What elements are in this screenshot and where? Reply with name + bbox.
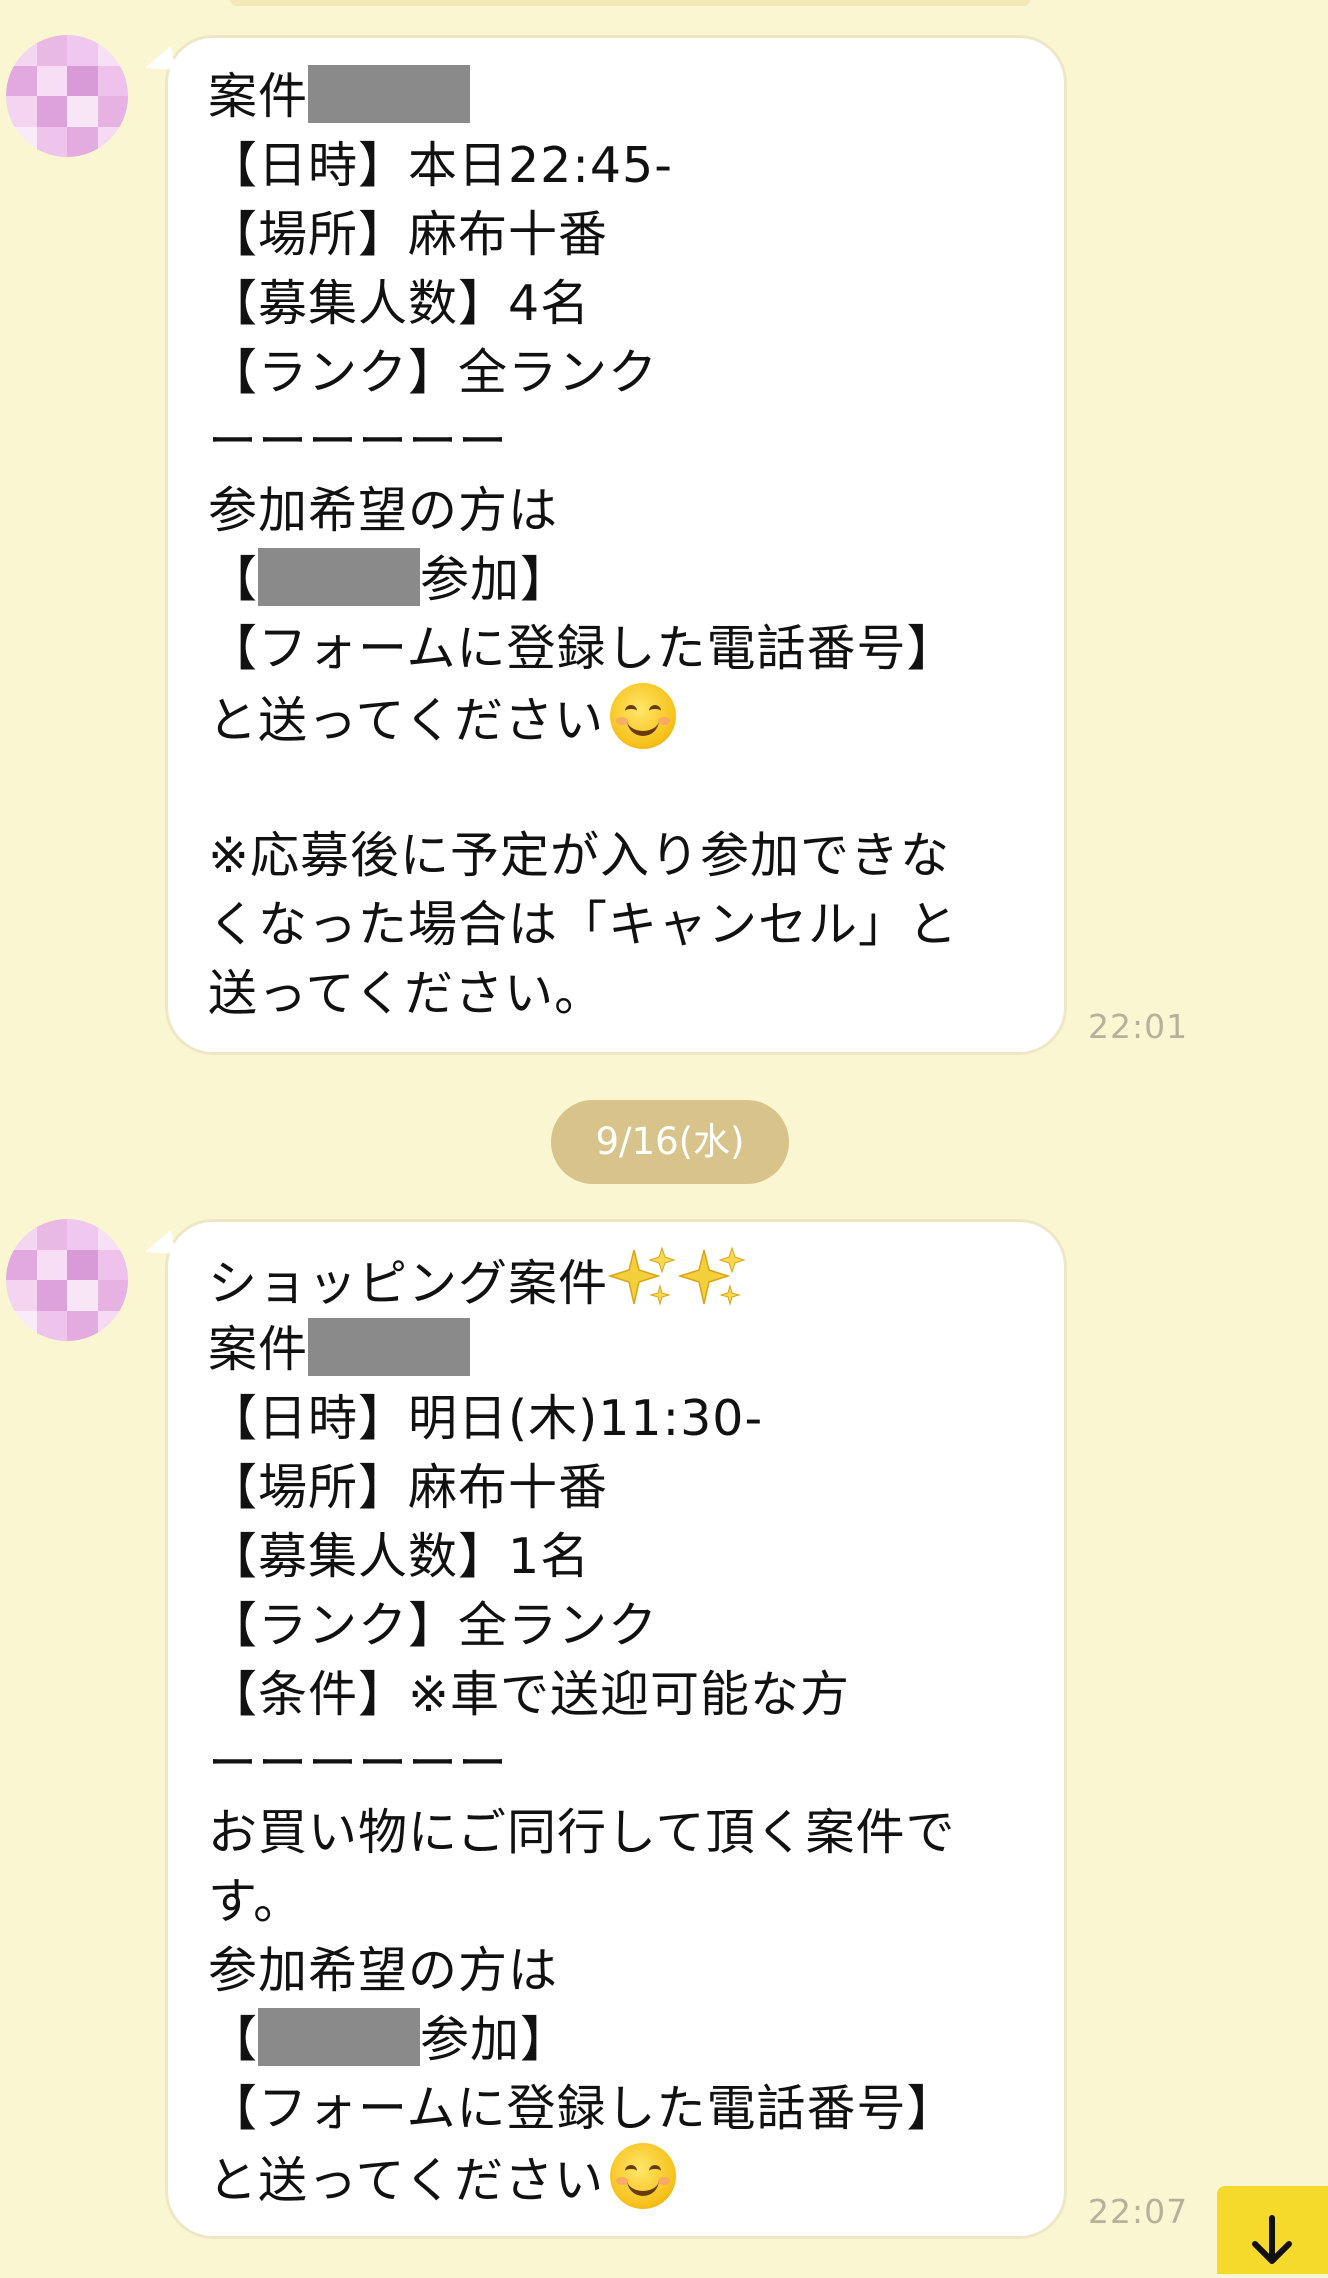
line-text: 案件 bbox=[208, 1321, 309, 1378]
message-line: 【条件】※車で送迎可能な方 bbox=[208, 1660, 1024, 1729]
message-line: 【 参加】 bbox=[208, 545, 1024, 614]
message-line: と送ってください bbox=[208, 2143, 1024, 2212]
line-text: 【場所】麻布十番 bbox=[208, 206, 609, 263]
message-line: 参加希望の方は bbox=[208, 476, 1024, 545]
line-text: 送ってください。 bbox=[208, 965, 605, 1022]
message-line: 【場所】麻布十番 bbox=[208, 200, 1024, 269]
message-line: ショッピング案件 bbox=[208, 1246, 1024, 1315]
line-text: 【フォームに登録した電話番号】 bbox=[208, 620, 957, 677]
message-line: ※応募後に予定が入り参加できな bbox=[208, 821, 1024, 890]
redacted-text bbox=[258, 548, 421, 606]
line-text: 案件 bbox=[208, 68, 309, 125]
message-line: 【ランク】全ランク bbox=[208, 1591, 1024, 1660]
message-line: 送ってください。 bbox=[208, 959, 1024, 1028]
line-text: 【条件】※車で送迎可能な方 bbox=[208, 1666, 851, 1723]
line-text: 参加希望の方は bbox=[208, 1942, 559, 1999]
smiling-face-icon bbox=[610, 683, 677, 749]
message-line: お買い物にご同行して頂く案件で bbox=[208, 1798, 1024, 1867]
line-text: 参加希望の方は bbox=[208, 482, 559, 539]
message-line: 【 参加】 bbox=[208, 2005, 1024, 2074]
line-prefix: 【 bbox=[208, 551, 259, 608]
line-text: 【ランク】全ランク bbox=[208, 1597, 659, 1654]
message-line: と送ってください bbox=[208, 683, 1024, 752]
message-line: ーーーーーー bbox=[208, 407, 1024, 476]
line-text: 【募集人数】1名 bbox=[208, 1528, 591, 1585]
avatar[interactable] bbox=[6, 35, 128, 157]
line-text: ショッピング案件 bbox=[208, 1255, 609, 1312]
line-text: ※応募後に予定が入り参加できな bbox=[208, 827, 951, 884]
line-text: 【フォームに登録した電話番号】 bbox=[208, 2080, 957, 2137]
line-suffix: 参加】 bbox=[420, 551, 571, 608]
message-line: 案件 bbox=[208, 62, 1024, 131]
message-line: ーーーーーー bbox=[208, 1729, 1024, 1798]
line-text: ーーーーーー bbox=[208, 1735, 509, 1792]
line-text: 【日時】明日(木)11:30- bbox=[208, 1390, 764, 1447]
line-text: 【日時】本日22:45- bbox=[208, 137, 673, 194]
line-text: と送ってください bbox=[208, 2152, 605, 2209]
line-text: くなった場合は「キャンセル」と bbox=[208, 896, 959, 953]
message-line: 【募集人数】4名 bbox=[208, 269, 1024, 338]
message-line: す。 bbox=[208, 1867, 1024, 1936]
message-line: 【募集人数】1名 bbox=[208, 1522, 1024, 1591]
redacted-text bbox=[308, 65, 471, 123]
message-line: 【場所】麻布十番 bbox=[208, 1453, 1024, 1522]
redacted-text bbox=[308, 1318, 471, 1376]
line-text: お買い物にご同行して頂く案件で bbox=[208, 1804, 956, 1861]
message-time: 22:07 bbox=[1088, 2192, 1189, 2231]
previous-message-edge bbox=[230, 0, 1030, 6]
line-text: 【募集人数】4名 bbox=[208, 275, 591, 332]
message-line: 参加希望の方は bbox=[208, 1936, 1024, 2005]
line-text: 【場所】麻布十番 bbox=[208, 1459, 609, 1516]
message-line: 案件 bbox=[208, 1315, 1024, 1384]
message-time: 22:01 bbox=[1088, 1007, 1189, 1046]
sparkles-icon bbox=[607, 1246, 678, 1310]
line-text: と送ってください bbox=[208, 692, 605, 749]
line-text: ーーーーーー bbox=[208, 413, 509, 470]
line-text: 【ランク】全ランク bbox=[208, 344, 659, 401]
line-prefix: 【 bbox=[208, 2011, 259, 2068]
message-line: 【ランク】全ランク bbox=[208, 338, 1024, 407]
redacted-text bbox=[258, 2008, 421, 2066]
date-separator: 9/16(水) bbox=[551, 1100, 789, 1184]
message-bubble[interactable]: 案件【日時】本日22:45- 【場所】麻布十番 【募集人数】4名【ランク】全ランクー… bbox=[165, 35, 1067, 1055]
line-suffix: 参加】 bbox=[420, 2011, 571, 2068]
message-line: 【日時】明日(木)11:30- bbox=[208, 1384, 1024, 1453]
arrow-down-icon bbox=[1252, 2215, 1292, 2264]
scroll-to-bottom-button[interactable] bbox=[1217, 2186, 1328, 2274]
sparkles-icon bbox=[677, 1246, 748, 1310]
line-text: す。 bbox=[208, 1873, 304, 1930]
message-bubble[interactable]: ショッピング案件 案件【日時】明日(木)11:30- 【場所】麻布十番 【募集人数】1… bbox=[165, 1219, 1067, 2239]
message-line: 【フォームに登録した電話番号】 bbox=[208, 614, 1024, 683]
avatar[interactable] bbox=[6, 1219, 128, 1341]
message-line: 【日時】本日22:45- bbox=[208, 131, 1024, 200]
message-line: くなった場合は「キャンセル」と bbox=[208, 890, 1024, 959]
message-line: 【フォームに登録した電話番号】 bbox=[208, 2074, 1024, 2143]
smiling-face-icon bbox=[610, 2143, 677, 2209]
